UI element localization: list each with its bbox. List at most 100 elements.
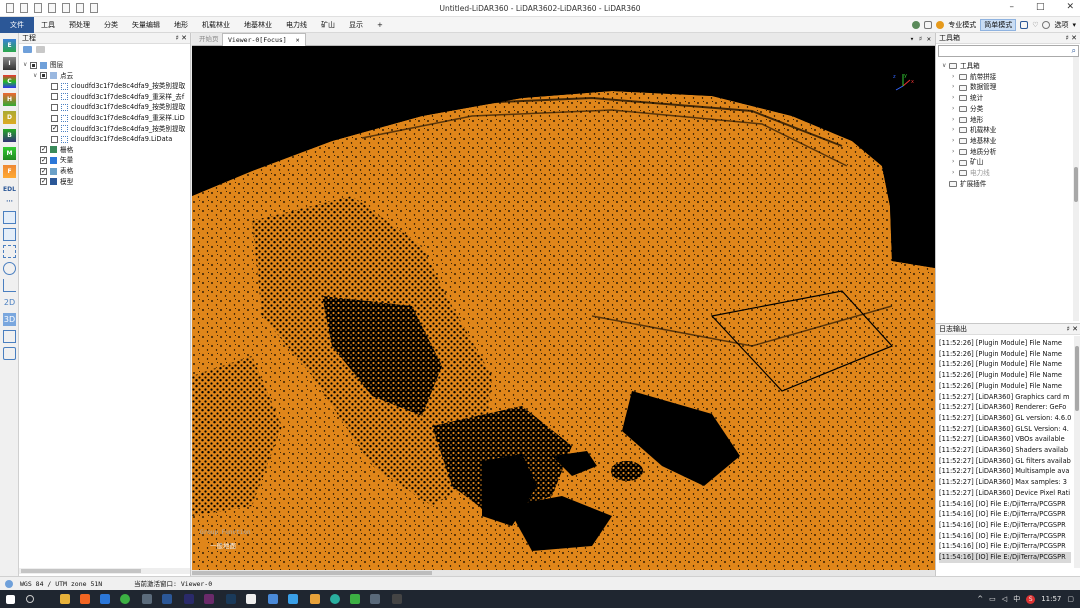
file-explorer-icon[interactable] (60, 594, 70, 604)
help-icon[interactable] (936, 21, 945, 29)
tree-checkbox[interactable] (51, 114, 58, 122)
log-line[interactable]: [11:52:26] [Plugin Module] File Name (939, 359, 1071, 370)
close-button[interactable]: ✕ (1066, 2, 1074, 12)
log-controls[interactable]: ♯ ✕ (1067, 324, 1078, 335)
toolbox-vscrollbar[interactable] (1073, 57, 1079, 321)
expand-icon[interactable]: › (952, 125, 959, 136)
search-icon[interactable]: ⌕ (1072, 46, 1076, 56)
premiere-icon[interactable] (204, 594, 214, 604)
tree-item[interactable]: cloudfd3c1f7de8c4dfa9_重采样_去f (51, 92, 184, 102)
after-effects-icon[interactable] (184, 594, 194, 604)
settings-icon[interactable] (1042, 21, 1051, 29)
menu-classify[interactable]: 分类 (97, 17, 125, 33)
tree-checkbox[interactable] (40, 72, 47, 80)
menu-powerline[interactable]: 电力线 (279, 17, 314, 33)
front-view-icon[interactable] (3, 211, 16, 224)
tree-checkbox[interactable] (30, 61, 37, 69)
app-icon[interactable] (288, 594, 298, 604)
menu-als-forestry[interactable]: 机载林业 (195, 17, 237, 33)
tree-item[interactable]: 表格 (33, 166, 73, 176)
menu-terrain[interactable]: 地形 (167, 17, 195, 33)
screenshot-icon[interactable] (3, 347, 16, 360)
search-icon[interactable] (26, 595, 34, 603)
tree-item[interactable]: 栅格 (33, 144, 73, 155)
rotate-view-icon[interactable] (3, 262, 16, 275)
start-icon[interactable] (6, 595, 15, 604)
wechat-icon[interactable] (350, 594, 360, 604)
toolbox-item[interactable]: › 矿山 (952, 157, 983, 168)
tab-start-page[interactable]: 开始页 (194, 33, 224, 46)
log-line[interactable]: [11:52:27] [LiDAR360] Max samples: 3 (939, 477, 1071, 488)
menu-display[interactable]: 显示 (342, 17, 370, 33)
expand-icon[interactable]: › (952, 168, 959, 179)
tree-checkbox[interactable] (51, 135, 58, 143)
tree-checkbox[interactable] (51, 93, 58, 101)
toolbox-controls[interactable]: ♯ ✕ (1066, 33, 1077, 44)
tree-checkbox[interactable] (40, 155, 47, 165)
tree-item[interactable]: cloudfd3c1f7de8c4dfa9_按类别提取 (51, 123, 185, 134)
tree-item[interactable]: ∨ 图层 (23, 60, 63, 70)
layout-icon[interactable] (1020, 21, 1029, 29)
log-line[interactable]: [11:54:16] [IO] File E:/DjiTerra/PCGSPR (939, 552, 1071, 563)
mixed-render-icon[interactable]: M (3, 147, 16, 160)
menu-add-button[interactable]: + (370, 17, 390, 33)
menu-tools[interactable]: 工具 (34, 17, 62, 33)
clock[interactable]: 11:57 (1041, 590, 1061, 608)
tab-viewer-0[interactable]: Viewer-0[Focus] ✕ (222, 33, 306, 46)
tree-item[interactable]: cloudfd3c1f7de8c4dfa9_按类别提取 (51, 81, 185, 91)
tab-close-icon[interactable]: ✕ (296, 36, 300, 44)
tree-checkbox[interactable] (40, 176, 47, 186)
app-icon[interactable] (268, 594, 278, 604)
expand-icon[interactable]: › (952, 115, 959, 126)
log-line[interactable]: [11:54:16] [IO] File E:/DjiTerra/PCGSPR (939, 499, 1071, 510)
notification-icon[interactable]: ▢ (1067, 590, 1074, 608)
app-icon[interactable] (246, 594, 256, 604)
log-line[interactable]: [11:52:27] [LiDAR360] GL version: 4.6.0 (939, 413, 1071, 424)
toolbox-item[interactable]: ∨ 工具箱 (942, 61, 980, 72)
log-line[interactable]: [11:52:27] [LiDAR360] Shaders availab (939, 445, 1071, 456)
log-line[interactable]: [11:52:27] [LiDAR360] Graphics card m (939, 392, 1071, 403)
filter-render-icon[interactable]: F (3, 165, 16, 178)
more-icon[interactable]: ··· (3, 195, 16, 208)
chevron-down-icon[interactable]: ▾ (1072, 21, 1076, 29)
layout-split-icon[interactable] (3, 330, 16, 343)
tree-item[interactable]: 模型 (33, 176, 73, 187)
log-line[interactable]: [11:54:16] [IO] File E:/DjiTerra/PCGSPR (939, 531, 1071, 542)
toolbox-item[interactable]: › 分类 (952, 104, 983, 115)
log-vscrollbar[interactable] (1074, 336, 1080, 568)
expand-icon[interactable]: ∨ (23, 60, 30, 70)
log-line[interactable]: [11:52:27] [LiDAR360] Device Pixel Rati (939, 488, 1071, 499)
log-line[interactable]: [11:52:26] [Plugin Module] File Name (939, 349, 1071, 360)
log-line[interactable]: [11:54:16] [IO] File E:/DjiTerra/PCGSPR (939, 541, 1071, 552)
minimize-button[interactable]: – (1009, 2, 1014, 12)
tree-checkbox[interactable] (51, 82, 58, 90)
2d-view-button[interactable]: 2D (3, 296, 16, 309)
panel-controls[interactable]: ♯ ✕ (176, 33, 187, 44)
app-icon[interactable] (142, 594, 152, 604)
toolbox-item[interactable]: › 地质分析 (952, 147, 996, 158)
ime-icon[interactable]: S (1026, 594, 1036, 604)
fit-view-icon[interactable] (3, 245, 16, 258)
log-line[interactable]: [11:52:27] [LiDAR360] Renderer: GeFo (939, 402, 1071, 413)
lidar360-icon[interactable] (370, 594, 380, 604)
band-render-icon[interactable]: B (3, 129, 16, 142)
tree-checkbox[interactable] (51, 103, 58, 111)
tree-checkbox[interactable] (40, 144, 47, 154)
expand-icon[interactable]: › (952, 157, 959, 168)
log-line[interactable]: [11:52:27] [LiDAR360] GL filters availab (939, 456, 1071, 467)
notes-icon[interactable] (924, 21, 933, 29)
chrome-icon[interactable] (120, 594, 130, 604)
point-cloud-canvas[interactable]: y z x (192, 46, 935, 570)
tree-checkbox[interactable] (51, 123, 58, 133)
tree-item[interactable]: cloudfd3c1f7de8c4dfa9.LiData (51, 134, 172, 144)
log-line[interactable]: [11:52:26] [Plugin Module] File Name (939, 370, 1071, 381)
menu-tls-forestry[interactable]: 地基林业 (237, 17, 279, 33)
user-icon[interactable] (912, 21, 921, 29)
network-icon[interactable]: ▭ (989, 590, 996, 608)
log-line[interactable]: [11:54:16] [IO] File E:/DjiTerra/PCGSPR (939, 509, 1071, 520)
browser-icon[interactable] (80, 594, 90, 604)
expand-icon[interactable]: › (952, 147, 959, 158)
expand-icon[interactable]: › (952, 72, 959, 83)
photoshop-icon[interactable] (226, 594, 236, 604)
tree-item[interactable]: 矢量 (33, 155, 73, 165)
